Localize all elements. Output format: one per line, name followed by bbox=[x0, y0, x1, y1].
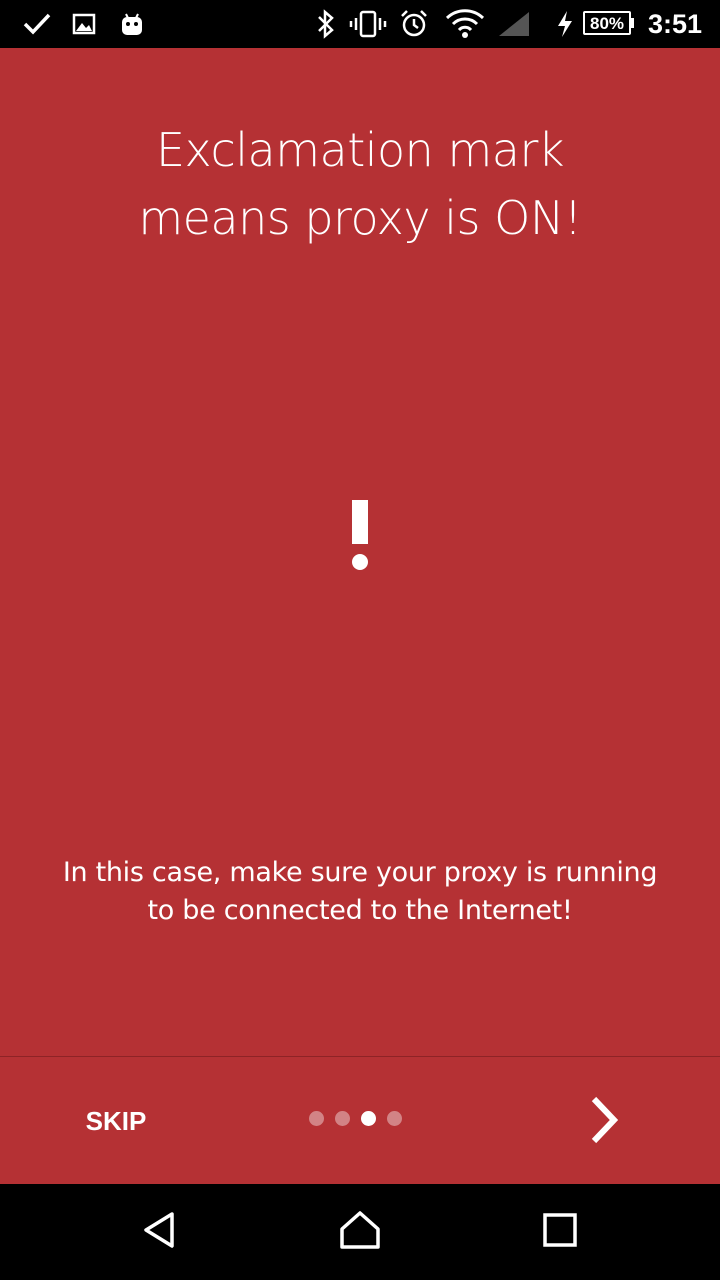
title-line-1: Exclamation mark bbox=[155, 123, 565, 177]
page-dot-4 bbox=[387, 1111, 402, 1126]
recents-icon bbox=[542, 1212, 578, 1252]
status-bar: 80% 3:51 bbox=[0, 0, 720, 48]
battery-nub bbox=[631, 18, 634, 28]
next-button[interactable] bbox=[572, 1090, 636, 1154]
clock: 3:51 bbox=[648, 9, 703, 39]
wifi-icon bbox=[444, 0, 486, 48]
footer-divider bbox=[0, 1056, 720, 1057]
vibrate-icon bbox=[348, 0, 388, 48]
description: In this case, make sure your proxy is ru… bbox=[0, 854, 720, 930]
check-icon bbox=[22, 0, 52, 48]
description-line-2: to be connected to the Internet! bbox=[147, 895, 573, 926]
back-button[interactable] bbox=[100, 1184, 220, 1280]
chevron-right-icon bbox=[584, 1095, 624, 1149]
skip-button[interactable]: SKIP bbox=[70, 1096, 162, 1146]
recents-button[interactable] bbox=[500, 1184, 620, 1280]
page-dot-2 bbox=[335, 1111, 350, 1126]
page-title: Exclamation mark means proxy is ON! bbox=[0, 116, 720, 252]
home-button[interactable] bbox=[300, 1184, 420, 1280]
android-icon bbox=[118, 0, 146, 48]
home-icon bbox=[338, 1209, 382, 1255]
alarm-icon bbox=[398, 0, 430, 48]
battery-indicator: 80% bbox=[583, 11, 631, 35]
page-dot-1 bbox=[309, 1111, 324, 1126]
exclamation-dot bbox=[352, 554, 368, 570]
signal-icon bbox=[496, 0, 532, 48]
bluetooth-icon bbox=[314, 0, 338, 48]
back-icon bbox=[140, 1210, 180, 1254]
charging-icon bbox=[554, 0, 576, 48]
title-line-2: means proxy is ON! bbox=[138, 191, 582, 245]
navigation-bar bbox=[0, 1184, 720, 1280]
page-dot-3 bbox=[361, 1111, 376, 1126]
image-icon bbox=[70, 0, 98, 48]
description-line-1: In this case, make sure your proxy is ru… bbox=[62, 857, 658, 888]
battery-percent: 80% bbox=[589, 13, 625, 33]
exclamation-bar bbox=[352, 500, 368, 544]
